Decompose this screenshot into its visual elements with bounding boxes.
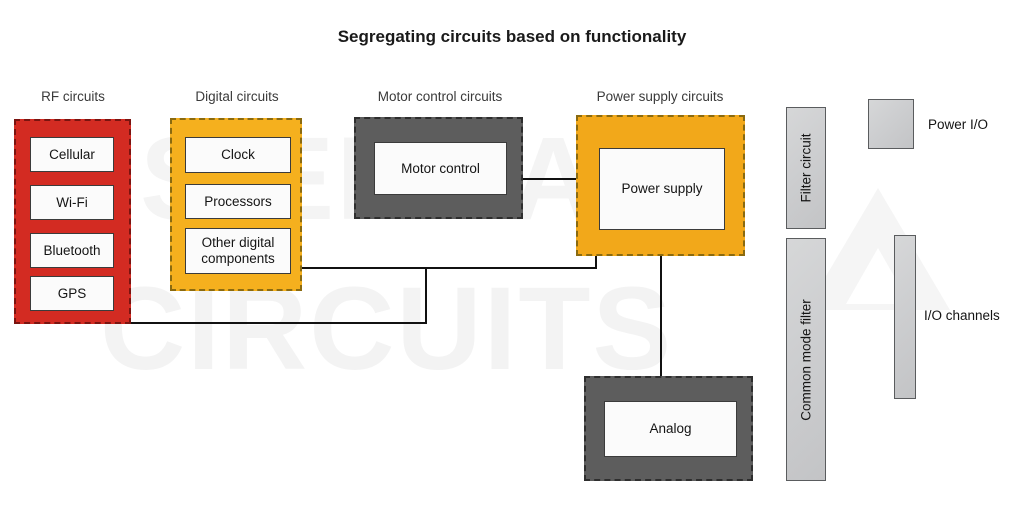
legend-swatch-io-channels bbox=[894, 235, 916, 399]
diagram-canvas: SIERRA CIRCUITS Segregating circuits bas… bbox=[0, 0, 1024, 510]
legend-label-io-channels: I/O channels bbox=[924, 308, 1000, 323]
connector-digital-up-to-power bbox=[595, 255, 597, 269]
block-analog[interactable]: Analog bbox=[604, 401, 737, 457]
page-title: Segregating circuits based on functional… bbox=[337, 27, 687, 46]
block-clock[interactable]: Clock bbox=[185, 137, 291, 173]
block-processors[interactable]: Processors bbox=[185, 184, 291, 219]
connector-digital-horizontal bbox=[302, 267, 597, 269]
block-bluetooth[interactable]: Bluetooth bbox=[30, 233, 114, 268]
group-header-power: Power supply circuits bbox=[596, 89, 724, 104]
group-motor-control-circuits[interactable]: Motor control bbox=[354, 117, 523, 219]
block-cellular[interactable]: Cellular bbox=[30, 137, 114, 172]
block-wifi[interactable]: Wi-Fi bbox=[30, 185, 114, 220]
group-header-rf: RF circuits bbox=[41, 89, 105, 104]
connector-rf-horizontal bbox=[131, 322, 427, 324]
block-other-digital-components[interactable]: Other digital components bbox=[185, 228, 291, 274]
group-digital-circuits[interactable]: Clock Processors Other digital component… bbox=[170, 118, 302, 291]
block-power-supply[interactable]: Power supply bbox=[599, 148, 725, 230]
legend-label-power-io: Power I/O bbox=[928, 117, 989, 132]
connector-digital-down bbox=[425, 267, 427, 324]
group-power-supply-circuits[interactable]: Power supply bbox=[576, 115, 745, 256]
block-common-mode-filter-label: Common mode filter bbox=[798, 298, 814, 421]
block-motor-control[interactable]: Motor control bbox=[374, 142, 507, 195]
group-header-motor: Motor control circuits bbox=[377, 89, 503, 104]
group-header-digital: Digital circuits bbox=[195, 89, 279, 104]
block-filter-circuit[interactable]: Filter circuit bbox=[786, 107, 826, 229]
group-analog-circuits[interactable]: Analog bbox=[584, 376, 753, 481]
block-common-mode-filter[interactable]: Common mode filter bbox=[786, 238, 826, 481]
group-rf-circuits[interactable]: Cellular Wi-Fi Bluetooth GPS bbox=[14, 119, 131, 324]
block-gps[interactable]: GPS bbox=[30, 276, 114, 311]
legend-swatch-power-io bbox=[868, 99, 914, 149]
connector-power-to-analog bbox=[660, 256, 662, 380]
block-filter-circuit-label: Filter circuit bbox=[798, 133, 814, 203]
